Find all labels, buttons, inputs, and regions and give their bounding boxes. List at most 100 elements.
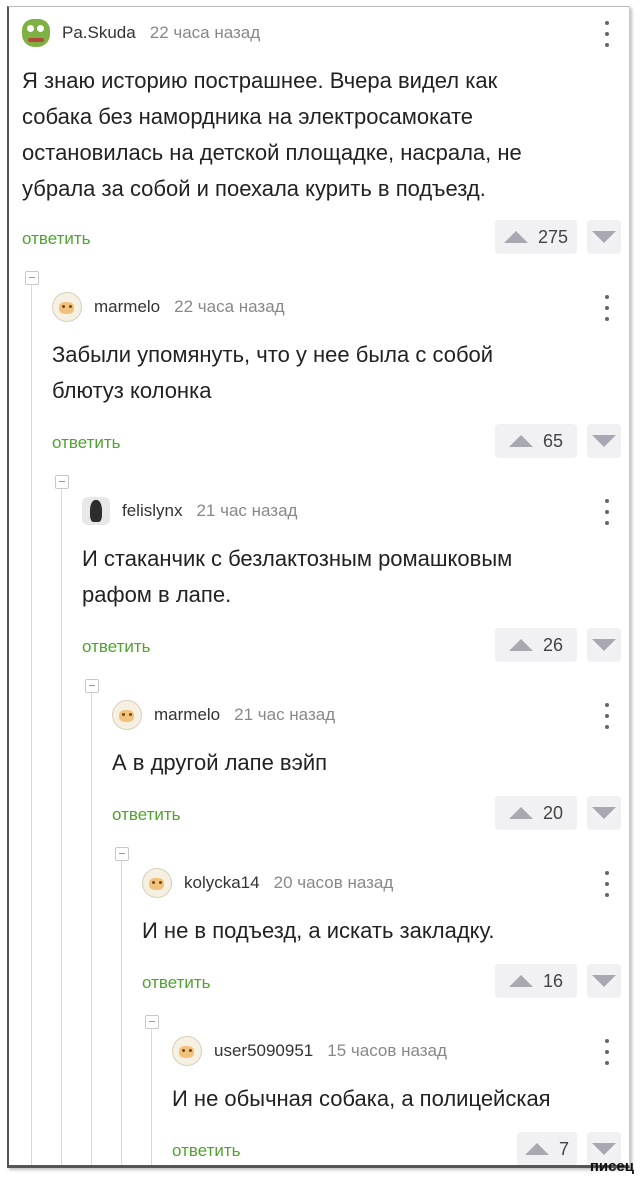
comment-text: Забыли упомянуть, что у нее была с собой… [52,337,493,409]
downvote-button[interactable] [587,424,621,458]
comment-line: И стаканчик с безлактозным ромашковым [82,546,513,571]
downvote-button[interactable] [587,220,621,254]
comment-line: А в другой лапе вэйп [112,750,328,775]
watermark-text: писец [589,1158,634,1175]
upvote-button[interactable]: 20 [495,796,577,830]
collapse-toggle-icon[interactable] [115,847,129,861]
reply-link[interactable]: ответить [82,637,151,657]
rating-block: 275 [495,220,621,254]
upvote-button[interactable]: 65 [495,424,577,458]
thread-line [151,1029,152,1165]
downvote-button[interactable] [587,964,621,998]
comment: Pa.Skuda 22 часа назад Я знаю историю по… [22,13,629,263]
rating-block: 26 [495,628,621,662]
comment-line: И не обычная собака, а полицейская [172,1086,551,1111]
arrow-down-icon [592,639,616,651]
comment-time: 15 часов назад [327,1041,447,1060]
arrow-down-icon [592,435,616,447]
author-name[interactable]: marmelo [154,705,220,725]
reply-link[interactable]: ответить [22,229,91,249]
collapse-toggle-icon[interactable] [145,1015,159,1029]
arrow-up-icon [508,435,533,447]
arrow-up-icon [503,231,528,243]
comment-header: marmelo 21 час назад [112,695,335,735]
more-options-icon[interactable] [599,1039,615,1065]
comment-time: 21 час назад [196,501,298,520]
frog-avatar[interactable] [22,19,50,47]
downvote-button[interactable] [587,796,621,830]
comment: user5090951 15 часов назад И не обычная … [172,1031,629,1165]
comment-time: 20 часов назад [273,873,394,892]
author-name[interactable]: kolycka14 [184,873,260,893]
comment-header: felislynx 21 час назад [82,491,297,531]
author-name[interactable]: Pa.Skuda [62,23,136,43]
smile-avatar[interactable] [172,1036,202,1066]
smile-avatar[interactable] [52,292,82,322]
comment-text: Я знаю историю пострашнее. Вчера видел к… [22,63,522,207]
comment-line: Забыли упомянуть, что у нее была с собой [52,342,494,367]
rating-count: 20 [542,802,564,823]
rating-block: 65 [495,424,621,458]
rating-block: 20 [495,796,621,830]
more-options-icon[interactable] [599,499,615,525]
comment: felislynx 21 час назад И стаканчик с без… [82,491,629,671]
author-name[interactable]: felislynx [122,501,182,521]
arrow-up-icon [508,807,533,819]
arrow-down-icon [592,975,616,987]
comment-header: Pa.Skuda 22 часа назад [22,13,260,53]
upvote-button[interactable]: 275 [495,220,577,254]
more-options-icon[interactable] [599,21,615,47]
comment-header: marmelo 22 часа назад [52,287,285,327]
thread-line [91,693,92,1165]
collapse-toggle-icon[interactable] [25,271,39,285]
reply-link[interactable]: ответить [112,805,181,825]
comment-time: 22 часа назад [149,23,261,42]
more-options-icon[interactable] [599,871,615,897]
comment: marmelo 21 час назад А в другой лапе вэй… [112,695,629,845]
upvote-button[interactable]: 7 [517,1132,577,1165]
arrow-down-icon [592,1143,616,1155]
comment-line: остановилась на детской площадке, насрал… [22,140,522,165]
arrow-down-icon [592,807,616,819]
collapse-toggle-icon[interactable] [55,475,69,489]
smile-avatar[interactable] [112,700,142,730]
comment-thread: Pa.Skuda 22 часа назад Я знаю историю по… [7,6,630,1168]
arrow-up-icon [508,639,533,651]
upvote-button[interactable]: 16 [495,964,577,998]
comment: kolycka14 20 часов назад И не в подъезд,… [142,863,629,1013]
dark-avatar[interactable] [82,497,110,525]
comment-text: И стаканчик с безлактозным ромашковым ра… [82,541,512,613]
comment-header: user5090951 15 часов назад [172,1031,447,1071]
reply-link[interactable]: ответить [142,973,211,993]
comment-time: 22 часа назад [174,297,285,316]
collapse-toggle-icon[interactable] [85,679,99,693]
author-name[interactable]: marmelo [94,297,160,317]
rating-count: 26 [542,634,564,655]
rating-count: 16 [542,970,564,991]
arrow-down-icon [592,231,616,243]
comment-header: kolycka14 20 часов назад [142,863,393,903]
comment-line: И не в подъезд, а искать закладку. [142,918,495,943]
author-name[interactable]: user5090951 [214,1041,313,1061]
rating-block: 16 [495,964,621,998]
comment-line: собака без намордника на электросамокате [22,104,474,129]
rating-count: 275 [537,226,569,247]
upvote-button[interactable]: 26 [495,628,577,662]
reply-link[interactable]: ответить [52,433,121,453]
comment-line: Я знаю историю пострашнее. Вчера видел к… [22,68,498,93]
comment-text: А в другой лапе вэйп [112,745,327,781]
more-options-icon[interactable] [599,703,615,729]
thread-line [31,285,32,1165]
arrow-up-icon [508,975,533,987]
rating-count: 7 [558,1138,569,1159]
comment-line: рафом в лапе. [82,582,232,607]
downvote-button[interactable] [587,628,621,662]
reply-link[interactable]: ответить [172,1141,241,1161]
comment-line: убрала за собой и поехала курить в подъе… [22,176,486,201]
arrow-up-icon [524,1143,549,1155]
smile-avatar[interactable] [142,868,172,898]
comment-time: 21 час назад [234,705,336,724]
more-options-icon[interactable] [599,295,615,321]
comment-text: И не обычная собака, а полицейская [172,1081,551,1117]
thread-line [121,861,122,1165]
